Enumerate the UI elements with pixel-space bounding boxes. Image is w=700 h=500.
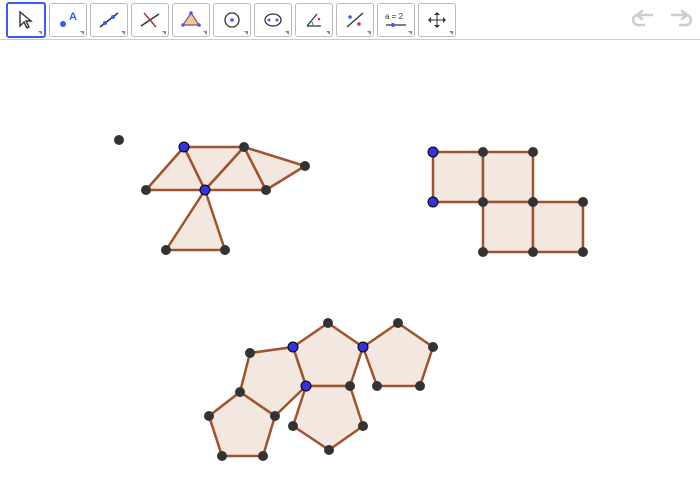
move-tool[interactable]: [6, 2, 46, 38]
point-icon: A: [57, 10, 79, 30]
perpendicular-icon: [139, 10, 161, 30]
ellipse-icon: [262, 10, 284, 30]
polygon-icon: [180, 10, 202, 30]
polygon-tool[interactable]: [172, 3, 210, 37]
reflect-tool[interactable]: [336, 3, 374, 37]
reflect-icon: [344, 10, 366, 30]
slider-tool[interactable]: a = 2: [377, 3, 415, 37]
angle-tool[interactable]: [295, 3, 333, 37]
triangles-cluster: [114, 135, 310, 255]
undo-redo-group: [630, 5, 694, 35]
point-tool[interactable]: A: [49, 3, 87, 37]
ellipse-tool[interactable]: [254, 3, 292, 37]
undo-button[interactable]: [630, 5, 660, 35]
slider-icon: a = 2: [383, 10, 409, 30]
move-view-tool[interactable]: [418, 3, 456, 37]
circle-center-tool[interactable]: [213, 3, 251, 37]
svg-text:a = 2: a = 2: [385, 12, 404, 21]
line-tool[interactable]: [90, 3, 128, 37]
squares-cluster: [428, 147, 588, 257]
geometry-canvas[interactable]: [0, 40, 700, 500]
cursor-icon: [16, 10, 36, 30]
toolbar: A a = 2: [0, 0, 700, 40]
line-icon: [98, 10, 120, 30]
redo-button[interactable]: [664, 5, 694, 35]
pentagons-cluster: [204, 318, 438, 461]
svg-text:A: A: [69, 11, 77, 23]
perpendicular-tool[interactable]: [131, 3, 169, 37]
angle-icon: [303, 10, 325, 30]
construction-svg: [0, 40, 700, 500]
move-arrows-icon: [426, 10, 448, 30]
circle-center-icon: [221, 10, 243, 30]
redo-icon: [666, 9, 692, 31]
undo-icon: [632, 9, 658, 31]
